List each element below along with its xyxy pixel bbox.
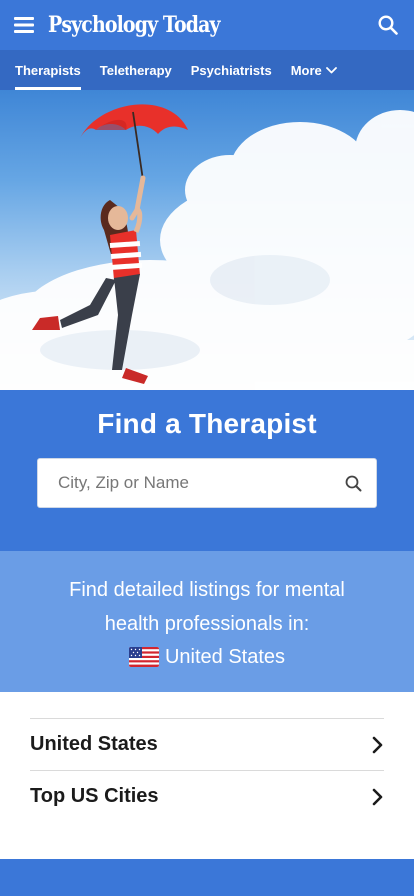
search-icon [378, 15, 398, 35]
location-links: United States Top US Cities [0, 692, 414, 859]
hamburger-icon [14, 17, 34, 33]
country-listing-band: Find detailed listings for mental health… [0, 551, 414, 692]
footer-band [0, 859, 414, 896]
tab-label: Psychiatrists [190, 62, 272, 78]
listing-text-line-2: health professionals in: [104, 613, 310, 635]
find-therapist-title: Find a Therapist [97, 408, 317, 439]
tab-more[interactable]: More [291, 50, 337, 90]
tab-label: Therapists [15, 62, 81, 78]
header-search-button[interactable] [368, 5, 408, 45]
hero-illustration [0, 104, 414, 390]
tab-label: More [290, 62, 322, 78]
link-row-top-us-cities[interactable]: Top US Cities [30, 770, 384, 822]
link-label: United States [30, 733, 158, 755]
country-selector[interactable]: United States [0, 641, 414, 673]
top-header: Psychology Today [0, 0, 414, 50]
search-icon[interactable] [345, 475, 362, 492]
umbrella-shape [80, 104, 188, 181]
country-name: United States [164, 646, 286, 668]
listing-text-line-1: Find detailed listings for mental [69, 579, 345, 601]
find-therapist-section: Find a Therapist [0, 390, 414, 551]
chevron-right-icon [372, 736, 383, 753]
tab-label: Teletherapy [99, 62, 172, 78]
main-nav: Therapists Teletherapy Psychiatrists Mor… [0, 50, 414, 90]
location-search-box[interactable] [37, 458, 377, 508]
tab-therapists[interactable]: Therapists [15, 50, 81, 90]
chevron-right-icon [372, 788, 383, 805]
location-search-input[interactable] [58, 473, 345, 493]
tab-psychiatrists[interactable]: Psychiatrists [191, 50, 272, 90]
site-logo[interactable]: Psychology Today [48, 12, 220, 38]
chevron-down-icon [325, 66, 337, 74]
menu-button[interactable] [0, 0, 48, 50]
link-label: Top US Cities [30, 785, 159, 807]
us-flag-icon [128, 647, 159, 667]
hero-image [0, 90, 414, 390]
link-row-united-states[interactable]: United States [30, 718, 384, 770]
tab-teletherapy[interactable]: Teletherapy [100, 50, 172, 90]
